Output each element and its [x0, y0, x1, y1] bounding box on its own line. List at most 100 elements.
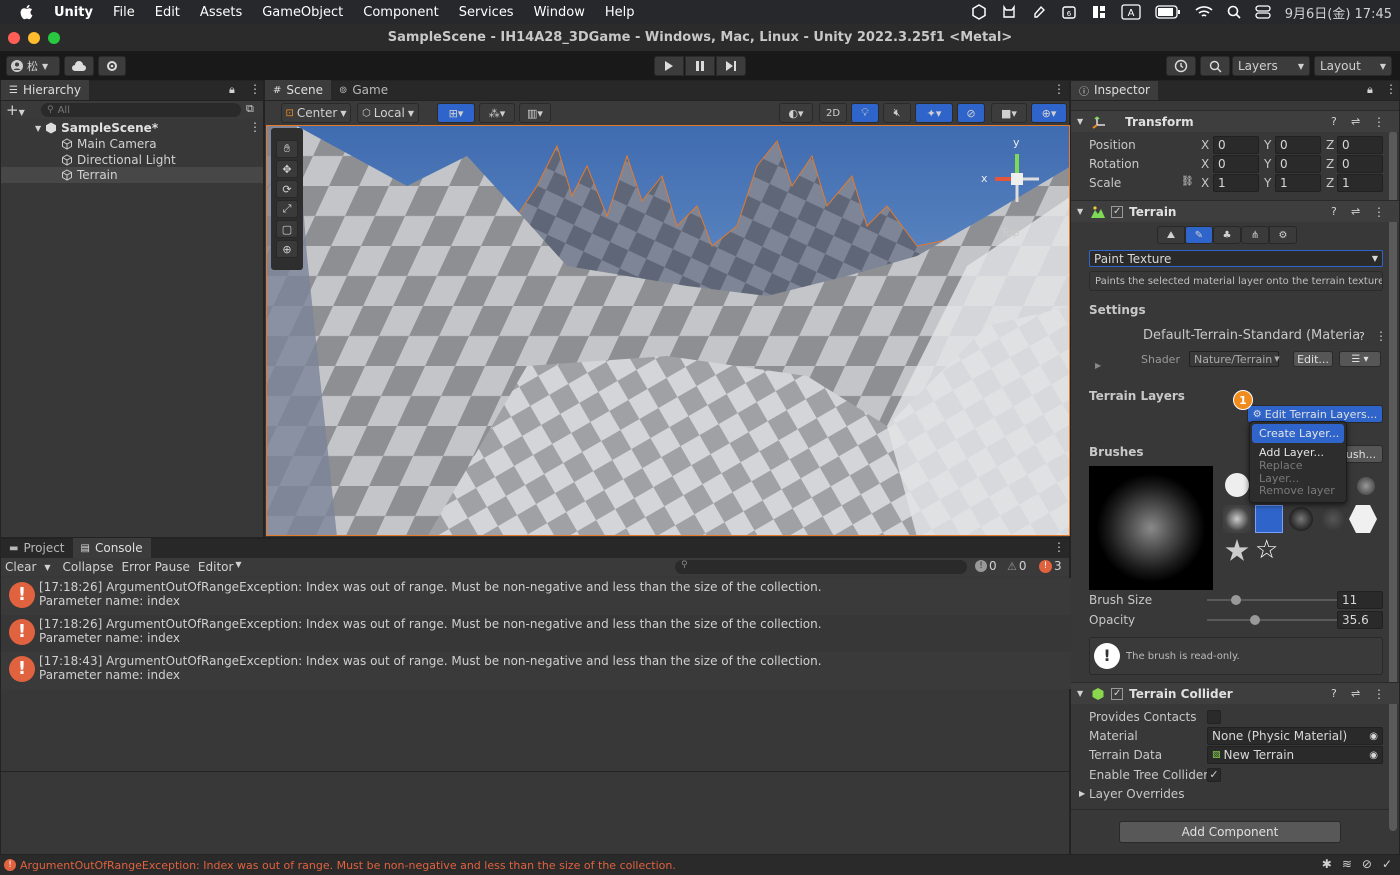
brush-round-hard[interactable]	[1225, 473, 1249, 497]
brush-selected[interactable]	[1255, 505, 1283, 533]
menu-window[interactable]: Window	[534, 5, 585, 20]
menu-assets[interactable]: Assets	[200, 5, 242, 20]
menu-help[interactable]: Help	[605, 5, 635, 20]
position-y-field[interactable]: 0	[1275, 136, 1321, 154]
orientation-gizmo[interactable]: y x Top	[977, 134, 1067, 244]
hierarchy-item-terrain[interactable]: Terrain	[1, 167, 263, 183]
warn-count-toggle[interactable]: ⚠ 0	[1007, 559, 1027, 573]
rotation-y-field[interactable]: 0	[1275, 155, 1321, 173]
effects-toggle[interactable]: ✦▾	[915, 103, 953, 123]
rotate-tool-button[interactable]: ⟳	[276, 180, 298, 198]
rotation-z-field[interactable]: 0	[1337, 155, 1383, 173]
help-icon[interactable]: ?	[1359, 330, 1365, 343]
position-x-field[interactable]: 0	[1213, 136, 1259, 154]
calendar-icon[interactable]: 6	[1061, 4, 1077, 20]
input-source-icon[interactable]: A	[1121, 4, 1141, 20]
kebab-menu-icon[interactable]: ⋮	[1375, 329, 1387, 343]
cat-icon[interactable]	[1001, 4, 1017, 20]
kebab-menu-icon[interactable]: ⋮	[1373, 115, 1385, 129]
gizmos-dropdown[interactable]: ⊕▾	[1031, 103, 1067, 123]
wifi-icon[interactable]	[1195, 5, 1213, 19]
tab-inspector[interactable]: ⓘ Inspector	[1071, 81, 1158, 100]
brush-noise-3[interactable]	[1289, 507, 1313, 531]
terrain-data-field[interactable]: ▧ New Terrain ◉	[1207, 746, 1383, 764]
hierarchy-item-directional-light[interactable]: Directional Light	[1, 152, 263, 168]
kebab-menu-icon[interactable]: ⋮	[1373, 205, 1385, 219]
link-icon[interactable]: ⛓︎	[1181, 176, 1194, 187]
clipboard-icon[interactable]	[1031, 4, 1047, 20]
star-outline-icon[interactable]: ☆	[1255, 537, 1278, 563]
move-tool-button[interactable]: ✥	[276, 160, 298, 178]
hand-tool-button[interactable]: ✋︎	[276, 140, 298, 158]
layers-stack-icon[interactable]: ≋	[1342, 857, 1352, 871]
check-circle-icon[interactable]: ✓	[1382, 857, 1392, 871]
increment-snap-button[interactable]: ⁂▾	[479, 103, 515, 123]
undo-history-button[interactable]	[1166, 56, 1196, 76]
audio-toggle[interactable]: 🔇︎	[883, 103, 911, 123]
search-button[interactable]	[1200, 56, 1230, 76]
terrain-settings-tool[interactable]: ⚙︎	[1269, 226, 1297, 244]
kebab-menu-icon[interactable]: ⋮	[249, 82, 261, 96]
add-object-button[interactable]: +▼	[6, 101, 25, 119]
play-button[interactable]	[654, 56, 684, 76]
position-z-field[interactable]: 0	[1337, 136, 1383, 154]
menu-edit[interactable]: Edit	[155, 5, 180, 20]
debug-icon[interactable]: ✱	[1322, 857, 1332, 871]
enable-tree-colliders-checkbox[interactable]: ✓	[1207, 768, 1221, 782]
tab-hierarchy[interactable]: ☰ Hierarchy	[1, 80, 89, 100]
tab-console[interactable]: ▤ Console	[72, 538, 151, 558]
brush-noise-4[interactable]	[1321, 507, 1345, 531]
ruler-button[interactable]: ▥▾	[519, 103, 551, 123]
console-search-input[interactable]: ⚲	[675, 560, 967, 574]
tab-game[interactable]: ⊚ Game	[331, 80, 396, 100]
add-component-button[interactable]: Add Component	[1119, 821, 1341, 843]
layout-dropdown[interactable]: Layout ▼	[1314, 56, 1392, 76]
fold-arrow-icon[interactable]: ▼	[1077, 689, 1083, 698]
presets-icon[interactable]: ⇌	[1351, 205, 1360, 218]
space-dropdown[interactable]: ⬡ Local ▼	[357, 103, 419, 123]
cache-server-icon[interactable]: ⊘	[1362, 857, 1372, 871]
scene-visibility-icon[interactable]: ⧉	[246, 102, 254, 116]
step-button[interactable]	[716, 56, 746, 76]
layers-dropdown[interactable]: Layers ▼	[1232, 56, 1310, 76]
brush-hexagon[interactable]	[1349, 505, 1377, 533]
brush-star-filled[interactable]	[1225, 539, 1249, 561]
scene-row[interactable]: ▼ SampleScene*	[1, 120, 263, 136]
collab-button[interactable]	[98, 56, 126, 76]
rect-tool-button[interactable]: ▢	[276, 220, 298, 238]
control-center-icon[interactable]	[1255, 5, 1271, 19]
terrain-collider-header[interactable]: ▼ ✓ Terrain Collider ? ⇌ ⋮	[1071, 682, 1399, 704]
clear-button[interactable]: Clear	[1, 560, 40, 574]
object-picker-icon[interactable]: ◉	[1369, 731, 1378, 742]
pause-button[interactable]	[685, 56, 715, 76]
menu-app-unity[interactable]: Unity	[54, 5, 93, 20]
unity-status-icon[interactable]	[971, 4, 987, 20]
pivot-dropdown[interactable]: ⊡ Center ▼	[281, 103, 351, 123]
toggle-2d-button[interactable]: 2D	[819, 103, 847, 123]
log-entry[interactable]: ! [17:18:43] ArgumentOutOfRangeException…	[1, 652, 1071, 689]
paint-trees-tool[interactable]: ♣	[1213, 226, 1241, 244]
terrain-enabled-checkbox[interactable]: ✓	[1111, 205, 1124, 218]
kebab-menu-icon[interactable]: ⋮	[1053, 540, 1065, 554]
kebab-menu-icon[interactable]: ⋮	[1373, 687, 1385, 701]
layer-overrides-label[interactable]: Layer Overrides	[1089, 785, 1184, 803]
camera-dropdown[interactable]: ■▾	[991, 103, 1027, 123]
editor-dropdown[interactable]: Editor ▼	[194, 560, 246, 574]
presets-icon[interactable]: ⇌	[1351, 687, 1360, 700]
physic-material-field[interactable]: None (Physic Material) ◉	[1207, 727, 1383, 745]
layer-overrides-fold-icon[interactable]: ▶	[1079, 789, 1085, 798]
shader-edit-button[interactable]: Edit...	[1293, 351, 1333, 367]
opacity-thumb[interactable]	[1250, 615, 1261, 625]
paint-details-tool[interactable]: ⋔	[1241, 226, 1269, 244]
error-count-toggle[interactable]: ! 3	[1039, 559, 1062, 573]
help-icon[interactable]: ?	[1331, 115, 1337, 128]
transform-tool-button[interactable]: ⊕	[276, 240, 298, 258]
kebab-menu-icon[interactable]: ⋮	[249, 120, 261, 134]
menu-services[interactable]: Services	[459, 5, 514, 20]
clock-datetime[interactable]: 9月6日(金) 17:45	[1285, 3, 1392, 22]
tab-scene[interactable]: # Scene	[265, 80, 331, 100]
material-fold-arrow-icon[interactable]: ▶	[1095, 361, 1101, 370]
tab-project[interactable]: ▬ Project	[1, 538, 73, 558]
rotation-x-field[interactable]: 0	[1213, 155, 1259, 173]
scene-viewport[interactable]: ✋︎ ✥ ⟳ ⤢ ▢ ⊕ y x Top	[266, 125, 1070, 536]
